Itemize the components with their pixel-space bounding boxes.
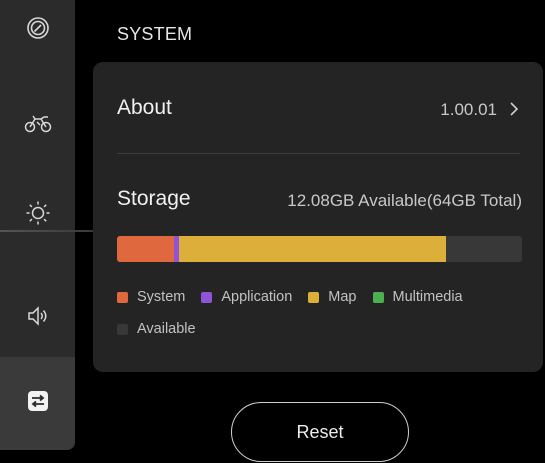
legend-item-map: Map bbox=[308, 288, 357, 306]
legend-item-system: System bbox=[117, 288, 185, 306]
storage-segment-available bbox=[445, 236, 522, 262]
legend-item-available: Available bbox=[117, 320, 196, 338]
legend-item-multimedia: Multimedia bbox=[372, 288, 463, 306]
storage-segment-map bbox=[178, 236, 446, 262]
about-row[interactable]: About 1.00.01 bbox=[93, 82, 543, 142]
sidebar-item-motorcycle[interactable] bbox=[0, 105, 75, 145]
volume-icon bbox=[26, 304, 50, 333]
sidebar bbox=[0, 0, 75, 450]
storage-label: Storage bbox=[117, 187, 191, 210]
about-label: About bbox=[117, 96, 172, 119]
sidebar-item-system[interactable] bbox=[0, 357, 75, 450]
legend-label: Map bbox=[328, 289, 357, 305]
storage-summary: 12.08GB Available(64GB Total) bbox=[287, 191, 522, 210]
sidebar-item-speedometer[interactable] bbox=[0, 10, 75, 50]
speedometer-icon bbox=[26, 16, 50, 45]
legend-swatch bbox=[372, 291, 384, 303]
legend-swatch bbox=[308, 291, 320, 303]
system-settings-icon bbox=[27, 390, 49, 417]
storage-segment-system bbox=[117, 236, 174, 262]
reset-label: Reset bbox=[296, 421, 344, 442]
chevron-right-icon bbox=[509, 99, 519, 124]
legend-swatch bbox=[117, 323, 128, 335]
storage-usage-bar bbox=[117, 236, 522, 262]
legend-label: Multimedia bbox=[392, 289, 463, 305]
version-value: 1.00.01 bbox=[440, 100, 497, 119]
sidebar-item-brightness[interactable] bbox=[0, 195, 75, 235]
brightness-icon bbox=[25, 200, 51, 231]
legend-swatch bbox=[117, 291, 128, 303]
page-title: SYSTEM bbox=[117, 24, 193, 44]
legend-label: Available bbox=[137, 321, 196, 337]
motorcycle-icon bbox=[24, 112, 52, 139]
legend-label: System bbox=[137, 289, 186, 305]
divider bbox=[117, 153, 520, 154]
legend-swatch bbox=[201, 291, 213, 303]
legend-label: Application bbox=[221, 289, 293, 305]
legend-item-application: Application bbox=[201, 288, 292, 306]
storage-legend: System Application Map Multimedia Available bbox=[117, 288, 537, 338]
sidebar-item-volume[interactable] bbox=[0, 298, 75, 338]
reset-button[interactable]: Reset bbox=[231, 402, 409, 462]
